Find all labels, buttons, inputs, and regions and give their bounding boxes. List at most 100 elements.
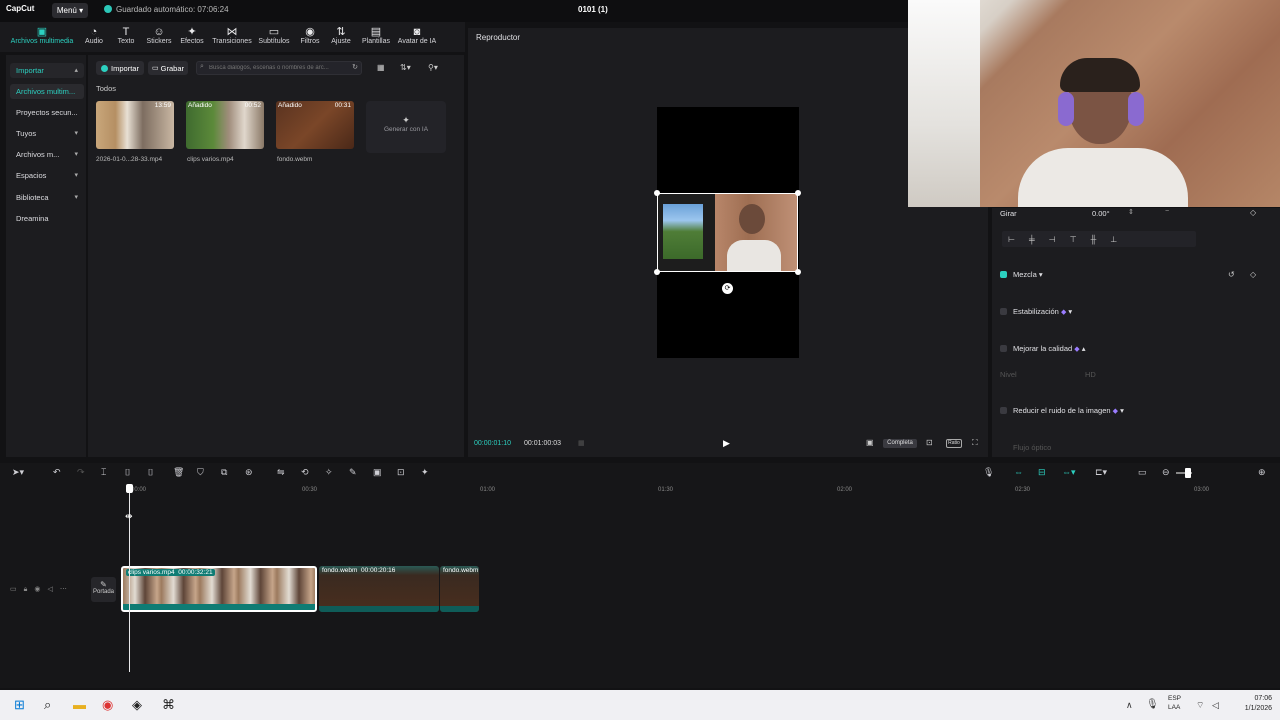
keyframe-icon[interactable]: ◇ [1250,208,1256,217]
ratio-button[interactable]: Ratio [946,439,962,448]
sidebar-item-archivos[interactable]: Archivos multim... [10,84,84,99]
blend-checkbox[interactable] [1000,271,1007,278]
tab-adjust[interactable]: ⇅ Ajuste [328,26,354,45]
clock[interactable]: 07:06 1/1/2026 [1232,694,1272,714]
align-right-icon[interactable]: ⊣ [1049,235,1056,244]
tab-filters[interactable]: ◉ Filtros [296,26,324,45]
cover-button[interactable]: ✎ Portada [91,577,116,602]
delete-icon[interactable]: 🗑︎ [173,467,184,478]
wifi-icon[interactable]: ⌔ [1196,700,1204,711]
denoise-checkbox[interactable] [1000,407,1007,414]
sort-icon[interactable]: ⇅▾ [400,63,411,72]
language-indicator[interactable]: ESP LAA [1168,694,1181,712]
denoise-label[interactable]: Reducir el ruido de la imagen ◆ ▾ [1013,406,1124,415]
align-left-icon[interactable]: ⊢ [1008,235,1015,244]
stabilize-label[interactable]: Estabilización ◆ ▾ [1013,307,1072,316]
preview-clip[interactable] [657,193,798,272]
tab-subtitles[interactable]: ▭ Subtítulos [256,26,292,45]
zoom-out-icon[interactable]: ⊖ [1162,467,1170,478]
tab-avatar[interactable]: ◙ Avatar de IA [396,26,438,45]
record-button[interactable]: ▭ Grabar [148,61,188,75]
sidebar-item-proyectos[interactable]: Proyectos secun... [10,105,84,120]
stabilize-checkbox[interactable] [1000,308,1007,315]
minus-icon[interactable]: − [1165,208,1169,215]
caption-track-icon[interactable]: ▭ [1138,467,1147,478]
split-left-icon[interactable]: ⌷ [125,467,130,478]
fullscreen-icon[interactable]: ⛶ [972,438,978,448]
sidebar-item-importar[interactable]: Importar ▴ [10,63,84,78]
tab-media[interactable]: ▣ Archivos multimedia [6,26,78,45]
magic-icon[interactable]: ✎ [349,467,357,478]
align-center-v-icon[interactable]: ╫ [1091,235,1097,244]
microphone-icon[interactable]: 🎙︎ [983,467,994,478]
reframe-icon[interactable]: ⊡ [397,467,405,478]
caption-icon[interactable]: ▣ [373,467,382,478]
rotate-value[interactable]: 0.00° [1092,209,1110,218]
select-tool-icon[interactable]: ➤▾ [12,467,24,478]
keyframe-icon[interactable]: ◇ [1250,270,1256,279]
align-bottom-icon[interactable]: ⊥ [1110,235,1117,244]
redo-icon[interactable]: ↷ [77,467,85,478]
rotate-tool-icon[interactable]: ⟲ [301,467,309,478]
grid-view-icon[interactable]: ▦ [377,63,385,72]
sidebar-item-tuyos[interactable]: Tuyos ▾ [10,126,84,141]
media-thumbnail[interactable]: Añadido 00:52 [186,101,264,149]
windows-start-icon[interactable]: ⊞ [14,697,25,713]
tab-templates[interactable]: ▤ Plantillas [358,26,394,45]
align-top-icon[interactable]: ⊤ [1070,235,1077,244]
stepper-icon[interactable]: ⇕ [1128,208,1134,216]
rotate-icon[interactable]: ⟳ [722,283,733,294]
level-select[interactable]: HD [1085,370,1096,379]
enhance-checkbox[interactable] [1000,345,1007,352]
tab-transitions[interactable]: ⋈ Transiciones [210,26,254,45]
quality-button[interactable]: Completa [883,439,917,448]
track-controls[interactable]: ▭🔒︎◉◁︎⋯ [10,585,74,594]
fit-icon[interactable]: ⊡ [926,438,933,447]
resize-handle[interactable] [795,269,801,275]
search-icon[interactable]: ⌕ [44,697,51,713]
mark-icon[interactable]: ⛉ [197,467,204,478]
link-icon[interactable]: ⇔▾ [1062,467,1076,478]
undo-icon[interactable]: ↶ [53,467,61,478]
refresh-icon[interactable]: ↻ [352,63,358,71]
sidebar-item-dreamina[interactable]: Dreamina [10,211,84,226]
enhance-label[interactable]: Mejorar la calidad ◆ ▴ [1013,344,1086,353]
app-icon[interactable]: ◈ [132,697,142,713]
resize-handle[interactable] [795,190,801,196]
mirror-icon[interactable]: ⇋ [277,467,285,478]
auto-snap-icon[interactable]: ⊟ [1038,467,1046,478]
menu-button[interactable]: Menú ▾ [52,3,88,18]
sidebar-item-archivos-m[interactable]: Archivos m... ▾ [10,147,84,162]
resize-handle[interactable] [654,269,660,275]
chevron-up-icon[interactable]: ∧ [1126,700,1133,711]
tab-effects[interactable]: ✦ Efectos [178,26,206,45]
playhead-handle[interactable] [126,484,133,493]
crop-icon[interactable]: ⧉ [221,467,227,478]
sidebar-item-biblioteca[interactable]: Biblioteca ▾ [10,190,84,205]
zoom-in-icon[interactable]: ⊕ [1258,467,1266,478]
sidebar-item-espacios[interactable]: Espacios ▾ [10,168,84,183]
import-button[interactable]: Importar [96,61,144,75]
media-thumbnail[interactable]: Añadido 00:31 [276,101,354,149]
reset-icon[interactable]: ↺ [1228,270,1235,279]
tab-stickers[interactable]: ☺ Stickers [144,26,174,45]
play-button[interactable]: ▶ [723,438,730,449]
split-icon[interactable]: ⌶ [101,467,106,478]
video-clip[interactable]: fondo.webm [440,566,479,612]
filter-icon[interactable]: ⚲▾ [428,63,438,72]
chrome-icon[interactable]: ◉ [102,697,113,713]
capcut-icon[interactable]: ⌘ [162,697,175,713]
resize-handle[interactable] [654,190,660,196]
audio-wave-icon[interactable]: ▣ [866,438,874,447]
microphone-icon[interactable]: 🎙︎ [1146,699,1159,710]
zoom-slider-handle[interactable] [1185,468,1191,478]
file-explorer-icon[interactable]: ▬ [73,697,86,712]
tab-text[interactable]: T Texto [112,26,140,45]
volume-icon[interactable]: ◁︎ [1212,700,1219,711]
search-input[interactable] [197,62,347,74]
media-thumbnail[interactable]: 13:59 [96,101,174,149]
ai-tool-icon[interactable]: ✦ [421,467,429,478]
generate-ai-card[interactable]: ✦ Generar con IA [366,101,446,153]
video-clip[interactable]: clips varios.mp4 00:00:32:21 [121,566,317,612]
align-center-h-icon[interactable]: ╪ [1029,235,1035,244]
